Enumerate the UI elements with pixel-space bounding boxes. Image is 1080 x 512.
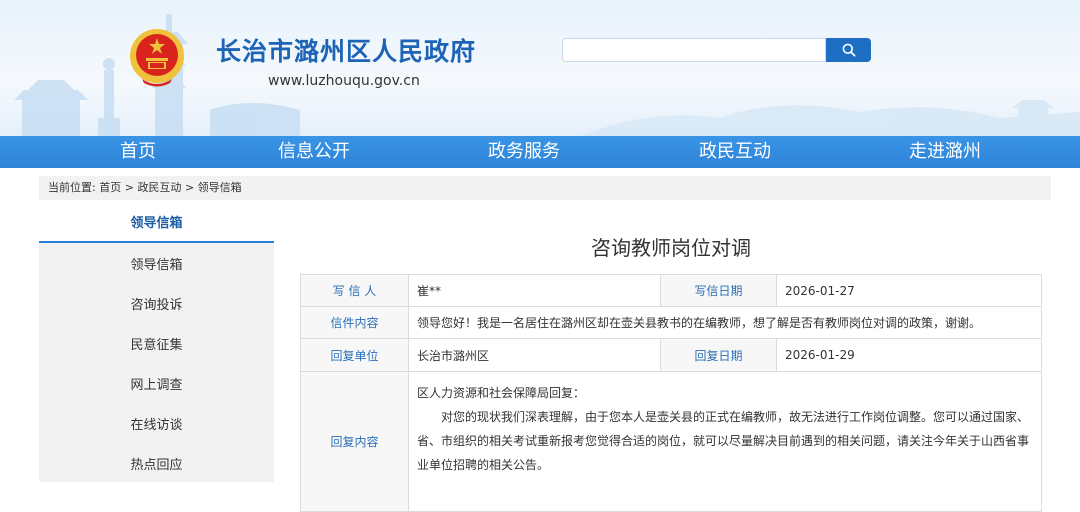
letter-title: 咨询教师岗位对调 — [591, 236, 751, 260]
sidebar-header-mailbox[interactable]: 领导信箱 — [39, 206, 274, 243]
table-row: 回复内容 区人力资源和社会保障局回复： 对您的现状我们深表理解，由于您本人是壶关… — [300, 371, 1042, 512]
table-row: 回复单位 长治市潞州区 回复日期 2026-01-29 — [300, 338, 1042, 372]
writer-value: 崔** — [408, 274, 661, 307]
sidebar-item-interview[interactable]: 在线访谈 — [39, 406, 274, 446]
breadcrumb-separator: > — [184, 181, 195, 194]
reply-heading: 区人力资源和社会保障局回复： — [417, 386, 586, 400]
reply-unit-label: 回复单位 — [300, 338, 409, 372]
national-emblem-icon — [130, 29, 184, 87]
reply-content: 区人力资源和社会保障局回复： 对您的现状我们深表理解，由于您本人是壶关县的正式在… — [408, 371, 1042, 512]
sidebar-item-mailbox[interactable]: 领导信箱 — [39, 246, 274, 286]
sidebar: 领导信箱 领导信箱 咨询投诉 民意征集 网上调查 在线访谈 热点回应 — [39, 206, 274, 482]
nav-item-home[interactable]: 首页 — [58, 136, 218, 168]
sidebar-item-survey[interactable]: 网上调查 — [39, 366, 274, 406]
reply-content-label: 回复内容 — [300, 371, 409, 512]
reply-date-label: 回复日期 — [660, 338, 777, 372]
main-nav: 首页 信息公开 政务服务 政民互动 走进潞州 — [0, 136, 1080, 168]
write-date-label: 写信日期 — [660, 274, 777, 307]
reply-date-value: 2026-01-29 — [776, 338, 1042, 372]
breadcrumb-prefix: 当前位置: — [48, 181, 96, 194]
reply-body: 对您的现状我们深表理解，由于您本人是壶关县的正式在编教师，故无法进行工作岗位调整… — [417, 410, 1030, 472]
table-row: 写 信 人 崔** 写信日期 2026-01-27 — [300, 274, 1042, 307]
sidebar-item-hotspot[interactable]: 热点回应 — [39, 446, 274, 486]
breadcrumb-separator: > — [124, 181, 134, 194]
breadcrumb-item-mailbox[interactable]: 领导信箱 — [198, 176, 242, 200]
site-header: 长治市潞州区人民政府 www.luzhouqu.gov.cn — [0, 0, 1080, 136]
search-button[interactable] — [826, 38, 871, 62]
reply-unit-value: 长治市潞州区 — [408, 338, 661, 372]
content-label: 信件内容 — [300, 306, 409, 339]
nav-item-about[interactable]: 走进潞州 — [865, 136, 1025, 168]
table-row: 信件内容 领导您好！我是一名居住在潞州区却在壶关县教书的在编教师，想了解是否有教… — [300, 306, 1042, 339]
nav-item-services[interactable]: 政务服务 — [444, 136, 604, 168]
search-icon — [842, 43, 855, 57]
writer-label: 写 信 人 — [300, 274, 409, 307]
sidebar-item-complaints[interactable]: 咨询投诉 — [39, 286, 274, 326]
breadcrumb-item-home[interactable]: 首页 — [99, 176, 121, 200]
write-date-value: 2026-01-27 — [776, 274, 1042, 307]
sidebar-item-opinions[interactable]: 民意征集 — [39, 326, 274, 366]
breadcrumb-item-interaction[interactable]: 政民互动 — [137, 176, 181, 200]
site-title[interactable]: 长治市潞州区人民政府 — [216, 32, 476, 68]
letter-detail-table: 写 信 人 崔** 写信日期 2026-01-27 信件内容 领导您好！我是一名… — [300, 274, 1042, 512]
content-value: 领导您好！我是一名居住在潞州区却在壶关县教书的在编教师，想了解是否有教师岗位对调… — [408, 306, 1042, 339]
breadcrumb: 当前位置: 首页 > 政民互动 > 领导信箱 — [39, 176, 1051, 200]
nav-item-interaction[interactable]: 政民互动 — [655, 136, 815, 168]
site-url[interactable]: www.luzhouqu.gov.cn — [268, 73, 420, 89]
nav-item-info-public[interactable]: 信息公开 — [234, 136, 394, 168]
search-input[interactable] — [562, 38, 826, 62]
